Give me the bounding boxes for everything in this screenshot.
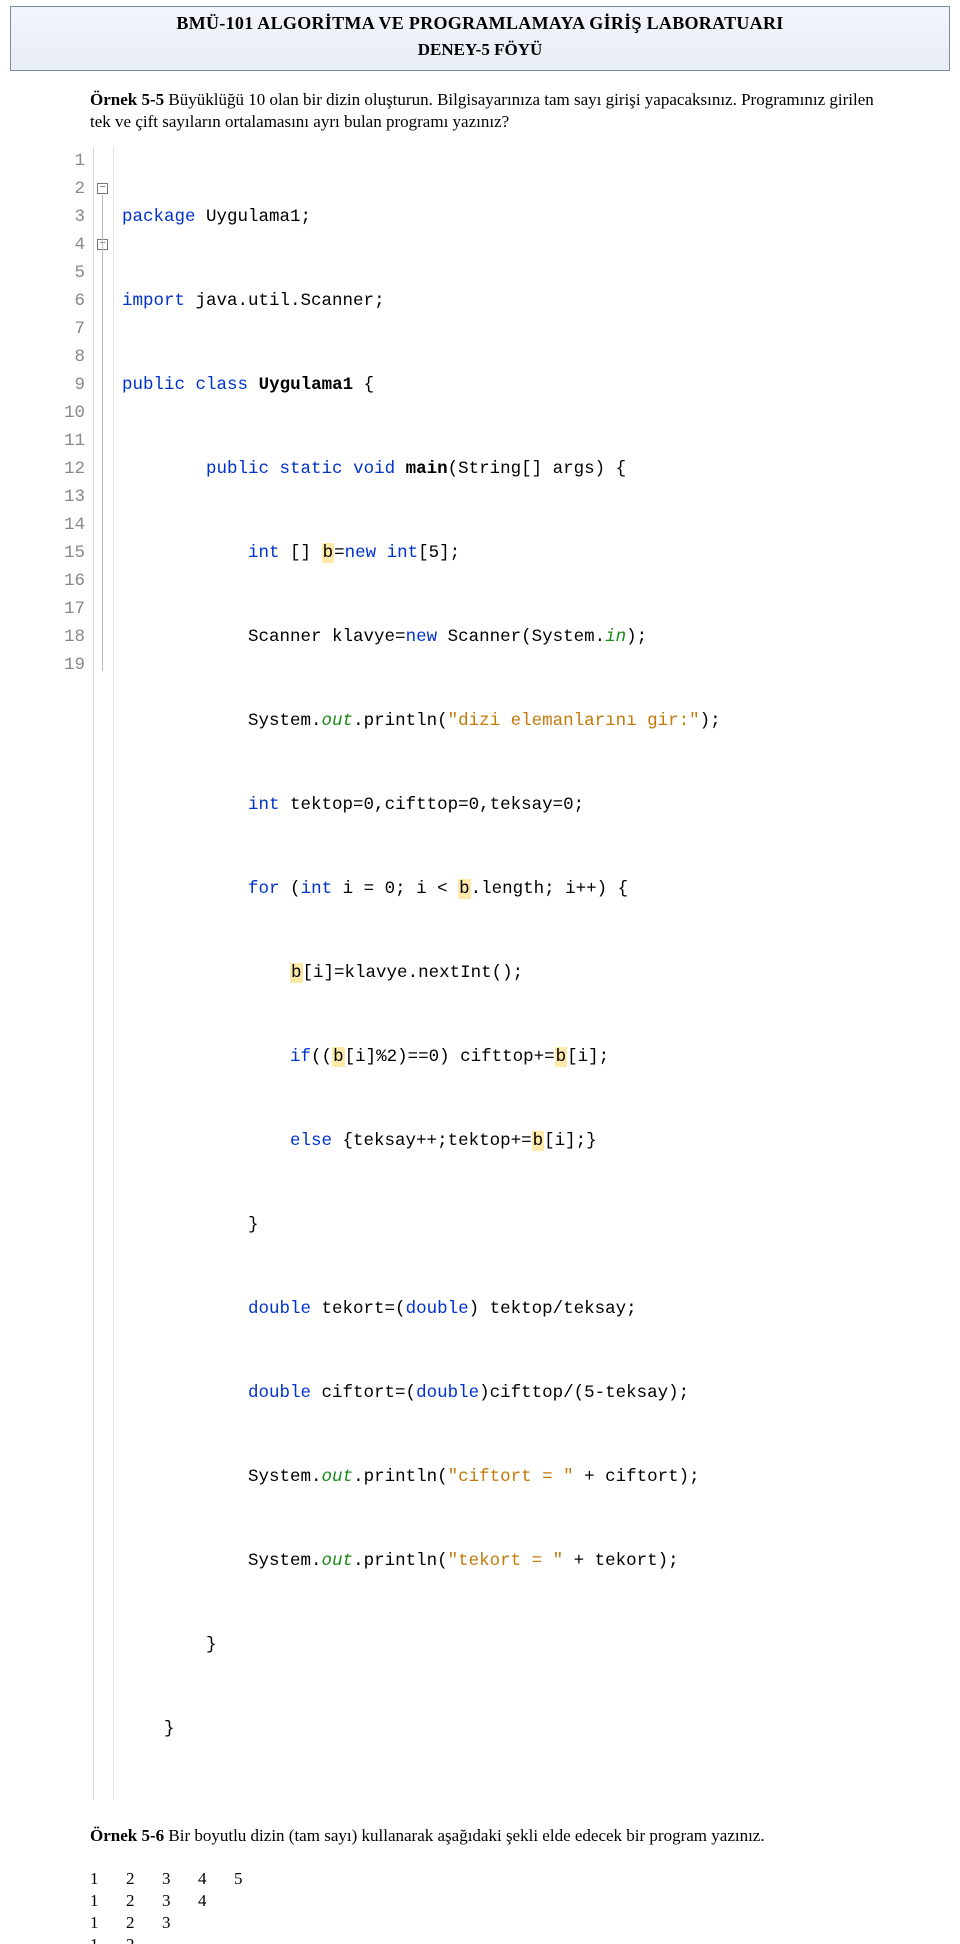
pattern-row: 123	[90, 1912, 960, 1934]
example-5-6-body: Bir boyutlu dizin (tam sayı) kullanarak …	[164, 1826, 764, 1845]
code-line: System.out.println("dizi elemanlarını gi…	[122, 707, 721, 735]
line-number: 15	[60, 539, 85, 567]
code-line: import java.util.Scanner;	[122, 287, 721, 315]
code-block: 1 2 3 4 5 6 7 8 9 10 11 12 13 14 15 16 1…	[60, 147, 960, 1799]
pattern-row: 1234	[90, 1890, 960, 1912]
code-line: double ciftort=(double)cifttop/(5-teksay…	[122, 1379, 721, 1407]
code-line: Scanner klavye=new Scanner(System.in);	[122, 623, 721, 651]
line-number: 5	[60, 259, 85, 287]
example-5-5-text: Örnek 5-5 Büyüklüğü 10 olan bir dizin ol…	[90, 89, 878, 133]
header-title: BMÜ-101 ALGORİTMA VE PROGRAMLAMAYA GİRİŞ…	[21, 13, 939, 34]
code-line: else {teksay++;tektop+=b[i];}	[122, 1127, 721, 1155]
line-number: 14	[60, 511, 85, 539]
example-5-5-lead: Örnek 5-5	[90, 90, 164, 109]
code-line: }	[122, 1715, 721, 1743]
pattern-row: 12345	[90, 1868, 960, 1890]
line-number: 6	[60, 287, 85, 315]
line-number: 1	[60, 147, 85, 175]
line-number: 17	[60, 595, 85, 623]
fold-guide-line	[102, 195, 103, 671]
code-line: int tektop=0,cifttop=0,teksay=0;	[122, 791, 721, 819]
line-number: 16	[60, 567, 85, 595]
example-5-6-lead: Örnek 5-6	[90, 1826, 164, 1845]
code-line: public static void main(String[] args) {	[122, 455, 721, 483]
fold-gutter	[94, 147, 114, 1799]
code-line: System.out.println("ciftort = " + ciftor…	[122, 1463, 721, 1491]
line-number: 2	[60, 175, 85, 203]
line-number: 13	[60, 483, 85, 511]
line-number: 19	[60, 651, 85, 679]
line-number: 4	[60, 231, 85, 259]
code-line: System.out.println("tekort = " + tekort)…	[122, 1547, 721, 1575]
code-line: }	[122, 1211, 721, 1239]
code-content: package Uygulama1; import java.util.Scan…	[114, 147, 721, 1799]
code-line: }	[122, 1631, 721, 1659]
line-number: 11	[60, 427, 85, 455]
header-subtitle: DENEY-5 FÖYÜ	[21, 40, 939, 60]
output-pattern: 12345 1234 123 12 1	[90, 1868, 960, 1944]
line-number: 3	[60, 203, 85, 231]
line-number: 12	[60, 455, 85, 483]
code-line: public class Uygulama1 {	[122, 371, 721, 399]
code-line: b[i]=klavye.nextInt();	[122, 959, 721, 987]
example-5-5-body: Büyüklüğü 10 olan bir dizin oluşturun. B…	[90, 90, 874, 131]
example-5-6-text: Örnek 5-6 Bir boyutlu dizin (tam sayı) k…	[90, 1825, 874, 1848]
pattern-row: 12	[90, 1934, 960, 1944]
line-number: 8	[60, 343, 85, 371]
line-number: 7	[60, 315, 85, 343]
page-header: BMÜ-101 ALGORİTMA VE PROGRAMLAMAYA GİRİŞ…	[10, 6, 950, 71]
code-line: package Uygulama1;	[122, 203, 721, 231]
line-number: 10	[60, 399, 85, 427]
line-number: 18	[60, 623, 85, 651]
code-line: if((b[i]%2)==0) cifttop+=b[i];	[122, 1043, 721, 1071]
code-line: double tekort=(double) tektop/teksay;	[122, 1295, 721, 1323]
code-line: for (int i = 0; i < b.length; i++) {	[122, 875, 721, 903]
line-number: 9	[60, 371, 85, 399]
fold-toggle-icon[interactable]	[97, 183, 108, 194]
code-line: int [] b=new int[5];	[122, 539, 721, 567]
line-number-gutter: 1 2 3 4 5 6 7 8 9 10 11 12 13 14 15 16 1…	[60, 147, 94, 1799]
